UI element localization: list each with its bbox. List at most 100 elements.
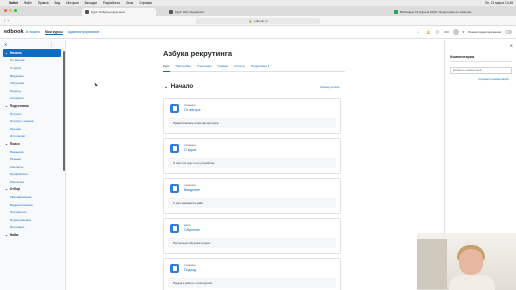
browser-tab[interactable]: Курс: HR-специалист [166, 8, 240, 16]
site-header: edbook В начало Мои курсы Администрирова… [0, 26, 516, 39]
tab-grades[interactable]: Оценки [218, 64, 229, 71]
course-index-item[interactable]: От автора [0, 57, 65, 65]
bell-icon[interactable]: 🔔 [426, 30, 431, 35]
tab-favicon-icon [394, 10, 398, 14]
menu-history[interactable]: История [66, 1, 78, 5]
browser-tab-strip: Курс: Азбука рекрутинга Курс: HR-специал… [0, 6, 516, 16]
activity-link[interactable]: Введение [184, 188, 200, 192]
menu-edit[interactable]: Правка [38, 1, 49, 5]
activity-link[interactable]: О курсе [184, 148, 197, 152]
course-index-item[interactable]: Оценка [0, 125, 65, 133]
course-index-item[interactable]: Портрет: оценка [0, 117, 65, 125]
course-index-item[interactable]: Введение [0, 72, 65, 80]
more-options-icon[interactable]: ⋮ [49, 42, 53, 47]
course-index-item[interactable]: Интервью [0, 224, 65, 232]
course-index-list: ⌄ Начало От автора О курсе Введение Обучение П… [0, 49, 65, 239]
course-index-item[interactable]: Перепроверка [0, 216, 65, 224]
user-avatar[interactable] [452, 29, 459, 35]
browser-tab[interactable]: Вебинары 15 апреля 2022г. Подготовка по … [391, 8, 511, 16]
course-index-section-label: Отбор [9, 187, 21, 192]
chevron-down-icon[interactable]: ⌄ [164, 84, 168, 90]
activity-link[interactable]: Подход [184, 268, 196, 272]
page-icon[interactable] [170, 184, 179, 193]
menu-help[interactable]: Справка [139, 1, 152, 5]
menu-view[interactable]: Вид [54, 1, 60, 5]
tab-participants[interactable]: Участники [197, 64, 212, 71]
tab-reports[interactable]: Отчеты [234, 64, 245, 71]
address-url: edbook.ru [254, 19, 268, 23]
course-index-item[interactable]: Алгоритм [0, 95, 65, 103]
course-index-item[interactable]: Вакансия [0, 148, 65, 156]
course-index-item[interactable]: Рассылка [0, 178, 65, 186]
primary-navigation: В начало Мои курсы Администрирование [26, 30, 99, 35]
site-logo[interactable]: edbook [4, 29, 24, 35]
nav-administration[interactable]: Администрирование [68, 30, 99, 35]
drawer-scrollbar[interactable] [63, 51, 65, 171]
course-index-item[interactable]: Портфолио [0, 208, 65, 216]
tab-settings[interactable]: Настройки [176, 64, 191, 71]
course-index-item[interactable]: Подход [0, 87, 65, 95]
course-index-item[interactable]: Видеоинтервью [0, 201, 65, 209]
course-index-section[interactable]: ⌄ Подготовка [0, 102, 65, 110]
activity-description: Приветственное слово автора курса. [168, 118, 336, 128]
course-index-section[interactable]: ⌄ Найм [0, 231, 65, 239]
page-icon[interactable] [170, 104, 179, 113]
menu-window[interactable]: Окно [126, 1, 133, 5]
activity-card: страница Введение С чего начинается найм. [163, 178, 341, 214]
tab-more[interactable]: Подробнее ▾ [251, 64, 269, 71]
course-index-item[interactable]: Резюме [0, 155, 65, 163]
browser-tab-active[interactable]: Курс: Азбука рекрутинга [82, 8, 156, 16]
book-icon[interactable] [170, 224, 179, 233]
nav-my-courses[interactable]: Мои курсы [45, 30, 63, 35]
save-comment-link[interactable]: Сохранить комментарий [478, 78, 509, 81]
course-index-section-label: Подготовка [9, 103, 29, 108]
edit-mode-label: Режим редактирования [468, 30, 501, 34]
search-icon[interactable]: ⌕ [417, 30, 422, 35]
course-index-section[interactable]: ⌄ Отбор [0, 186, 65, 194]
activity-description: О чём этот курс и его устройство. [168, 158, 336, 168]
activity-link[interactable]: От автора [184, 108, 200, 112]
chevron-down-icon[interactable]: ⌄ [5, 51, 8, 55]
course-index-section[interactable]: ⌄ Поиск [0, 140, 65, 148]
chevron-down-icon[interactable]: ⌄ [5, 187, 8, 191]
browser-toolbar: ‹› 🔒 edbook.ru [0, 16, 516, 26]
course-index-item[interactable]: Портрет [0, 110, 65, 118]
activity-card: страница От автора Приветственное слово ав… [163, 98, 341, 134]
course-index-item[interactable]: Источники [0, 133, 65, 141]
address-bar[interactable]: 🔒 edbook.ru [196, 18, 320, 24]
close-drawer-icon[interactable]: ✕ [4, 42, 7, 47]
chat-icon[interactable]: 💬 [435, 30, 440, 35]
webcam-shelf [417, 239, 447, 289]
page-icon[interactable] [170, 264, 179, 273]
comment-input[interactable]: Добавить комментарий... [450, 67, 512, 74]
zoom-window-icon[interactable] [14, 9, 17, 12]
tab-course[interactable]: Курс [163, 64, 170, 72]
menu-safari[interactable]: Safari [9, 1, 18, 5]
presenter-face [459, 249, 483, 275]
chevron-down-icon[interactable]: ⌄ [5, 233, 8, 237]
course-index-item[interactable]: Обучение [0, 79, 65, 87]
close-window-icon[interactable] [4, 9, 7, 12]
collapse-all-link[interactable]: Свернуть всё [320, 85, 339, 89]
chevron-down-icon[interactable]: ⌄ [5, 142, 8, 146]
menu-file[interactable]: Файл [24, 1, 32, 5]
activity-link[interactable]: Обучение [184, 228, 200, 232]
menu-tabs[interactable]: Вкладки [85, 1, 97, 5]
page-icon[interactable] [170, 144, 179, 153]
edit-mode-toggle[interactable] [505, 30, 512, 34]
activity-description: Подход к работе с этим курсом. [168, 278, 336, 288]
chevron-down-icon[interactable]: ⌄ [5, 104, 8, 108]
section-header[interactable]: ⌄ Начало [164, 83, 193, 90]
close-icon[interactable]: ✕ [510, 43, 513, 48]
menu-develop[interactable]: Разработка [103, 1, 120, 5]
course-index-item[interactable]: Квалификация [0, 193, 65, 201]
course-index-section[interactable]: ⌄ Начало [3, 49, 61, 57]
nav-home[interactable]: В начало [26, 30, 40, 35]
course-index-item[interactable]: Профайлинг [0, 171, 65, 179]
chevron-down-icon[interactable]: ▾ [463, 30, 465, 34]
language-menu[interactable]: RU [444, 30, 448, 34]
minimize-window-icon[interactable] [9, 9, 12, 12]
course-index-item[interactable]: О курсе [0, 64, 65, 72]
forward-arrow-icon[interactable]: › [8, 18, 12, 23]
course-index-item[interactable]: Контакты [0, 163, 65, 171]
